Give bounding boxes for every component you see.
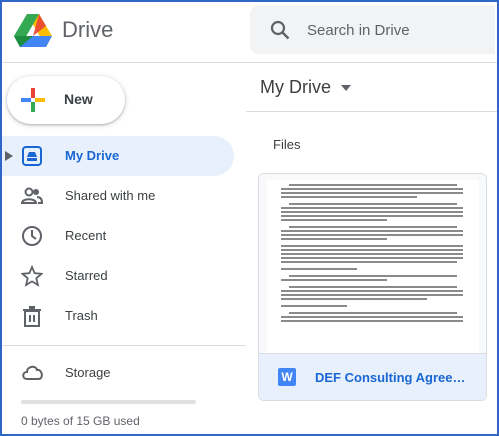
document-text-line xyxy=(281,320,463,322)
search-input[interactable]: Search in Drive xyxy=(307,22,410,39)
top-bar: Drive Search in Drive xyxy=(0,0,499,63)
document-text-line xyxy=(281,257,463,259)
app-title[interactable]: Drive xyxy=(62,17,113,43)
cloud-icon xyxy=(22,365,43,380)
page-title[interactable]: My Drive xyxy=(260,77,331,98)
document-text-line xyxy=(281,261,457,263)
main-divider xyxy=(246,111,499,112)
storage-usage-text: 0 bytes of 15 GB used xyxy=(21,414,140,428)
sidebar-item-shared[interactable]: Shared with me xyxy=(0,176,234,216)
sidebar-item-label: My Drive xyxy=(65,148,120,163)
document-text-line xyxy=(289,275,457,277)
document-text-line xyxy=(281,279,387,281)
sidebar-nav: My Drive Shared with me Recent Starred T… xyxy=(0,136,240,336)
search-icon[interactable] xyxy=(270,20,290,40)
sidebar-item-label: Recent xyxy=(65,228,107,243)
document-text-line xyxy=(281,219,387,221)
document-text-line xyxy=(281,188,463,190)
document-text-line xyxy=(281,238,387,240)
sidebar-item-label: Trash xyxy=(65,308,98,323)
shared-icon xyxy=(21,187,43,204)
new-button[interactable]: New xyxy=(7,76,125,124)
document-text-line xyxy=(289,312,457,314)
search-bar[interactable]: Search in Drive xyxy=(250,6,495,54)
document-text-line xyxy=(289,184,457,186)
sidebar-item-trash[interactable]: Trash xyxy=(0,296,234,336)
sidebar-item-my-drive[interactable]: My Drive xyxy=(0,136,234,176)
storage-progress-bar xyxy=(21,400,196,404)
document-text-line xyxy=(281,253,463,255)
my-drive-icon xyxy=(22,146,42,166)
sidebar-item-starred[interactable]: Starred xyxy=(0,256,234,296)
file-card-footer: W DEF Consulting Agreeme... xyxy=(259,354,486,400)
trash-icon xyxy=(23,306,41,327)
document-text-line xyxy=(281,230,463,232)
document-text-line xyxy=(281,245,463,247)
document-text-line xyxy=(289,226,457,228)
document-text-line xyxy=(281,196,417,198)
drive-logo-icon[interactable] xyxy=(14,14,52,48)
document-text-line xyxy=(281,294,463,296)
document-text-line xyxy=(289,203,457,205)
file-name: DEF Consulting Agreeme... xyxy=(315,370,475,385)
sidebar-item-label: Starred xyxy=(65,268,108,283)
sidebar-item-storage[interactable]: Storage xyxy=(0,352,240,392)
document-text-line xyxy=(281,207,463,209)
expand-arrow-icon[interactable] xyxy=(5,151,13,161)
document-text-line xyxy=(281,211,463,213)
document-text-line xyxy=(281,249,463,251)
section-label-files: Files xyxy=(273,137,301,152)
sidebar-divider xyxy=(0,345,246,346)
word-doc-icon: W xyxy=(278,368,296,386)
storage-label: Storage xyxy=(65,365,111,380)
document-text-line xyxy=(289,286,457,288)
document-text-line xyxy=(281,290,463,292)
plus-icon xyxy=(21,88,45,112)
file-card[interactable]: W DEF Consulting Agreeme... xyxy=(258,173,487,401)
document-text-line xyxy=(281,305,347,307)
star-icon xyxy=(21,265,43,287)
document-text-line xyxy=(281,298,427,300)
file-thumbnail xyxy=(259,174,486,354)
document-text-line xyxy=(281,234,463,236)
new-button-label: New xyxy=(64,91,93,107)
document-text-line xyxy=(281,316,463,318)
sidebar-item-recent[interactable]: Recent xyxy=(0,216,234,256)
sidebar-item-label: Shared with me xyxy=(65,188,156,203)
document-preview xyxy=(267,180,479,353)
clock-icon xyxy=(22,226,42,246)
document-text-line xyxy=(281,268,357,270)
document-text-line xyxy=(281,192,463,194)
caret-down-icon[interactable] xyxy=(341,85,351,91)
document-text-line xyxy=(281,215,463,217)
